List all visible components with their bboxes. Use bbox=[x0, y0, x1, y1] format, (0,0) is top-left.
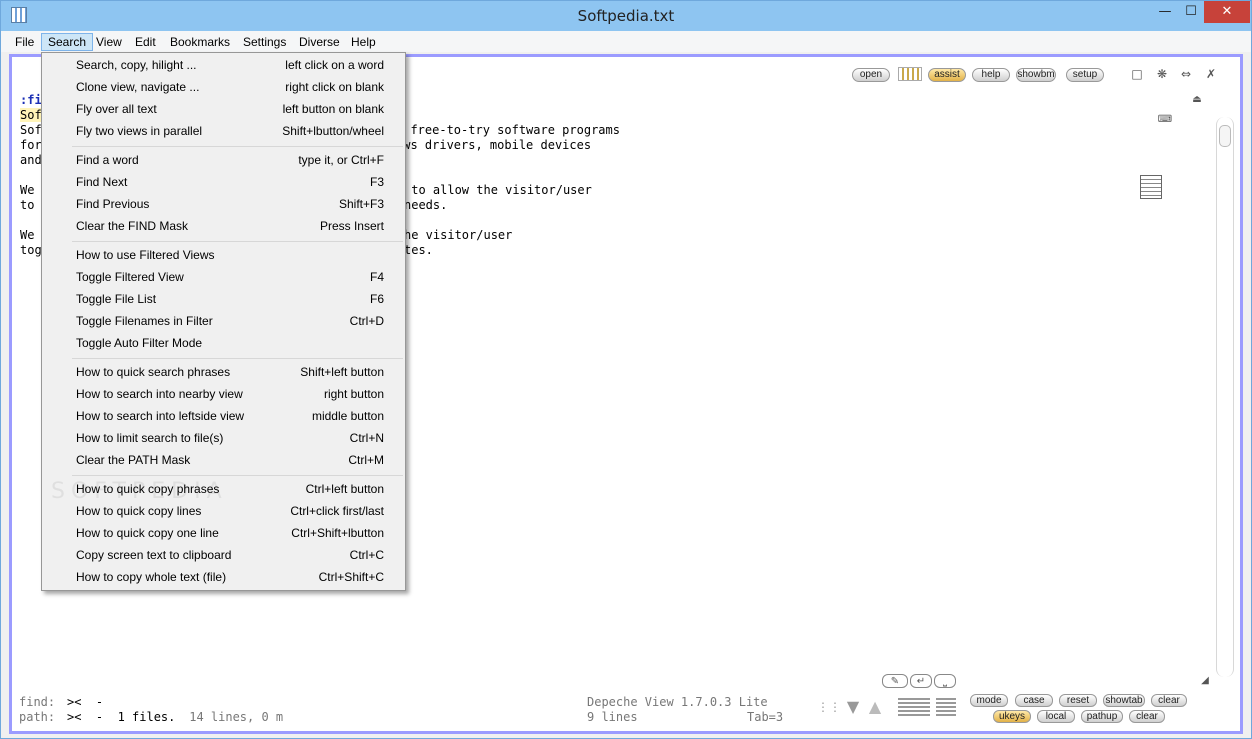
text-line: :fi bbox=[20, 93, 42, 107]
menu-option[interactable]: Fly two views in parallel Shift+lbutton/w… bbox=[44, 120, 403, 142]
triangle-icon[interactable]: ▲ bbox=[864, 699, 886, 715]
window-title: Softpedia.txt bbox=[577, 7, 675, 25]
menu-option[interactable]: Clone view, navigate ... right click on b… bbox=[44, 76, 403, 98]
list-icon[interactable] bbox=[898, 67, 922, 81]
menu-edit[interactable]: Edit bbox=[129, 33, 162, 51]
text-line: We bbox=[20, 228, 42, 242]
text-line: ows drivers, mobile devices bbox=[396, 138, 592, 152]
menu-search[interactable]: Search bbox=[41, 33, 94, 51]
close-icon[interactable]: ✕ bbox=[1204, 1, 1250, 23]
menu-separator bbox=[72, 146, 403, 147]
reset-button[interactable]: reset bbox=[1059, 694, 1097, 707]
menu-option[interactable]: How to copy whole text (file) Ctrl+Shift+… bbox=[44, 566, 403, 588]
menu-bookmarks[interactable]: Bookmarks bbox=[164, 33, 236, 51]
menu-option[interactable]: Find a word type it, or Ctrl+F bbox=[44, 149, 403, 171]
text-line: Sof bbox=[20, 108, 42, 122]
menu-option[interactable]: How to search into nearby view right butt… bbox=[44, 383, 403, 405]
maximize-icon[interactable]: ☐ bbox=[1177, 1, 1205, 23]
menu-bar: File Search View Edit Bookmarks Settings… bbox=[1, 31, 1251, 52]
menu-separator bbox=[72, 358, 403, 359]
text-line: for bbox=[20, 138, 42, 152]
showtab-button[interactable]: showtab bbox=[1103, 694, 1145, 707]
menu-file[interactable]: File bbox=[9, 33, 40, 51]
local-button[interactable]: local bbox=[1037, 710, 1075, 723]
menu-diverse[interactable]: Diverse bbox=[293, 33, 346, 51]
pathup-button[interactable]: pathup bbox=[1081, 710, 1123, 723]
document-icon[interactable] bbox=[1140, 175, 1162, 199]
case-button[interactable]: case bbox=[1015, 694, 1053, 707]
setup-button[interactable]: setup bbox=[1066, 68, 1104, 82]
path-label: path: bbox=[19, 710, 56, 724]
assist-button[interactable]: assist bbox=[928, 68, 966, 82]
text-line: needs. bbox=[404, 198, 448, 212]
tab-size: Tab=3 bbox=[747, 710, 784, 724]
menu-option[interactable]: Fly over all text left button on blank bbox=[44, 98, 403, 120]
eject-icon[interactable]: ⏏ bbox=[1190, 93, 1204, 107]
menu-option[interactable]: How to quick copy one line Ctrl+Shift+lbu… bbox=[44, 522, 403, 544]
menu-help[interactable]: Help bbox=[345, 33, 382, 51]
menu-option[interactable]: Copy screen text to clipboard Ctrl+C bbox=[44, 544, 403, 566]
menu-option[interactable]: Toggle File List F6 bbox=[44, 288, 403, 310]
text-line: he visitor/user bbox=[404, 228, 513, 242]
text-line: and bbox=[20, 153, 42, 167]
menu-settings[interactable]: Settings bbox=[237, 33, 292, 51]
showbm-button[interactable]: showbm bbox=[1016, 68, 1056, 82]
app-version: Depeche View 1.7.0.3 Lite bbox=[587, 695, 768, 709]
menu-separator bbox=[72, 475, 403, 476]
text-line: d free-to-try software programs bbox=[396, 123, 620, 137]
menu-option[interactable]: Toggle Filtered View F4 bbox=[44, 266, 403, 288]
pencil-icon[interactable]: ✎ bbox=[882, 674, 908, 688]
text-line: to bbox=[20, 198, 42, 212]
menu-option[interactable]: Clear the FIND Mask Press Insert bbox=[44, 215, 403, 237]
menu-option[interactable]: How to quick search phrases Shift+left bu… bbox=[44, 361, 403, 383]
gear-icon[interactable]: ❋ bbox=[1155, 67, 1169, 81]
search-menu-dropdown: Search, copy, hilight ... left click on a… bbox=[41, 52, 406, 591]
arrows-icon[interactable]: ⇔ bbox=[1179, 67, 1193, 81]
triangle-down-icon[interactable]: ▼ bbox=[842, 699, 864, 715]
grid-icon[interactable]: ⋮⋮ bbox=[817, 700, 841, 714]
text-line: Sof bbox=[20, 123, 42, 137]
watermark: SOFTPEDIA bbox=[51, 479, 228, 504]
close-view-icon[interactable]: ✗ bbox=[1204, 67, 1218, 81]
lines-narrow-icon[interactable] bbox=[936, 698, 956, 718]
scroll-thumb[interactable] bbox=[1219, 125, 1231, 147]
clear-path-button[interactable]: clear bbox=[1129, 710, 1165, 723]
keyboard-icon[interactable]: ⌨ bbox=[1145, 113, 1185, 127]
align-icon[interactable]: ⎵ bbox=[934, 674, 956, 688]
menu-option[interactable]: Clear the PATH Mask Ctrl+M bbox=[44, 449, 403, 471]
text-line: tog bbox=[20, 243, 42, 257]
path-extra: 14 lines, 0 m bbox=[182, 710, 284, 724]
text-line: tes. bbox=[404, 243, 433, 257]
mode-button[interactable]: mode bbox=[970, 694, 1008, 707]
lines-icon[interactable] bbox=[898, 698, 930, 718]
menu-view[interactable]: View bbox=[90, 33, 128, 51]
find-value[interactable]: >< - bbox=[67, 695, 103, 709]
wrap-icon[interactable]: ↵ bbox=[910, 674, 932, 688]
resize-grip-icon[interactable]: ◢ bbox=[1198, 674, 1212, 688]
help-button[interactable]: help bbox=[972, 68, 1010, 82]
clear-find-button[interactable]: clear bbox=[1151, 694, 1187, 707]
menu-option[interactable]: How to use Filtered Views bbox=[44, 244, 403, 266]
menu-option[interactable]: Toggle Filenames in Filter Ctrl+D bbox=[44, 310, 403, 332]
menu-option[interactable]: Toggle Auto Filter Mode bbox=[44, 332, 403, 354]
find-label: find: bbox=[19, 695, 56, 709]
menu-option[interactable]: Search, copy, hilight ... left click on a… bbox=[44, 54, 403, 76]
path-value[interactable]: >< - 1 files. bbox=[67, 710, 175, 724]
open-button[interactable]: open bbox=[852, 68, 890, 82]
menu-option[interactable]: Find Previous Shift+F3 bbox=[44, 193, 403, 215]
menu-option[interactable]: How to limit search to file(s) Ctrl+N bbox=[44, 427, 403, 449]
title-bar: Softpedia.txt — ☐ ✕ bbox=[1, 1, 1251, 31]
menu-separator bbox=[72, 241, 403, 242]
app-window: Softpedia.txt — ☐ ✕ File Search View Edi… bbox=[0, 0, 1252, 739]
line-count: 9 lines bbox=[587, 710, 638, 724]
window-icon[interactable]: □ bbox=[1130, 67, 1144, 81]
minimize-icon[interactable]: — bbox=[1151, 1, 1179, 23]
text-line: to allow the visitor/user bbox=[404, 183, 592, 197]
ukeys-button[interactable]: ukeys bbox=[993, 710, 1031, 723]
menu-option[interactable]: How to search into leftside view middle b… bbox=[44, 405, 403, 427]
scrollbar[interactable] bbox=[1216, 117, 1234, 677]
text-line: We bbox=[20, 183, 42, 197]
menu-option[interactable]: Find Next F3 bbox=[44, 171, 403, 193]
